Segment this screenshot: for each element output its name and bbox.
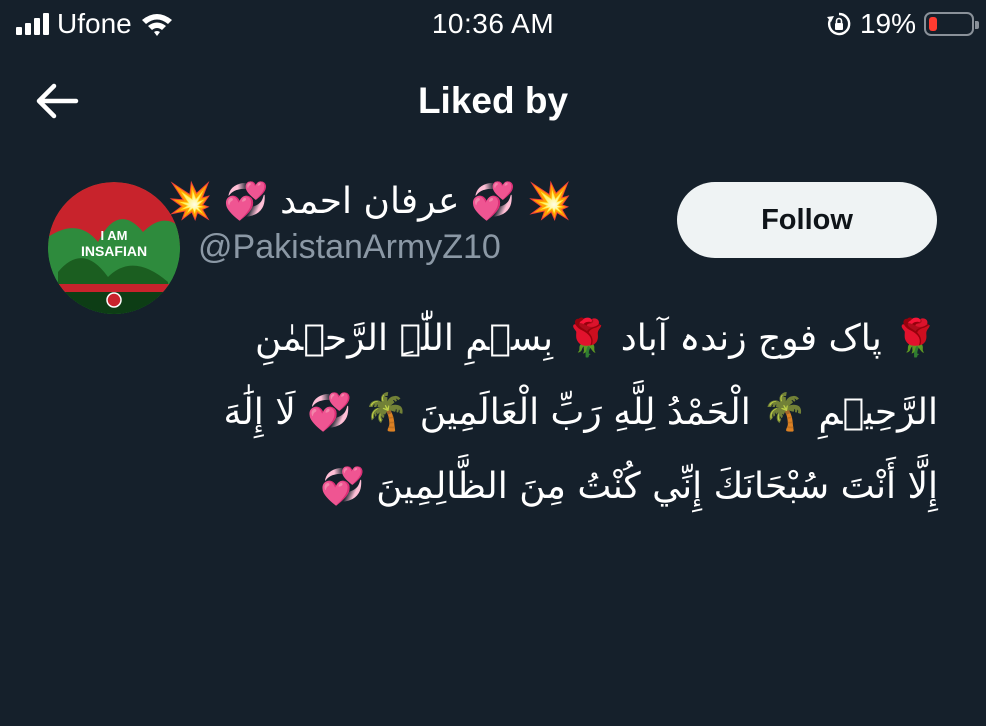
page-title: Liked by (417, 80, 569, 121)
battery-percent: 19% (859, 8, 916, 39)
status-bar: Ufone 10:36 AM 19% (0, 0, 986, 52)
battery-nub (975, 21, 979, 29)
avatar-text-line1: I AM (101, 228, 128, 243)
follow-button[interactable]: Follow (677, 182, 937, 258)
rotation-lock-icon (826, 12, 851, 36)
avatar-text-line2: INSAFIAN (81, 243, 147, 259)
battery-level (929, 17, 937, 31)
battery-icon (924, 12, 979, 36)
status-right: 19% (826, 8, 979, 40)
display-name[interactable]: 💥 💞 عرفان احمد 💞 💥 (168, 180, 572, 222)
avatar[interactable]: I AM INSAFIAN (48, 182, 180, 314)
user-handle[interactable]: @PakistanArmyZ10 (198, 228, 501, 267)
user-bio: 🌹 پاک فوج زندہ آباد 🌹 بِسۡمِ اللّٰہِ الر… (223, 318, 938, 507)
